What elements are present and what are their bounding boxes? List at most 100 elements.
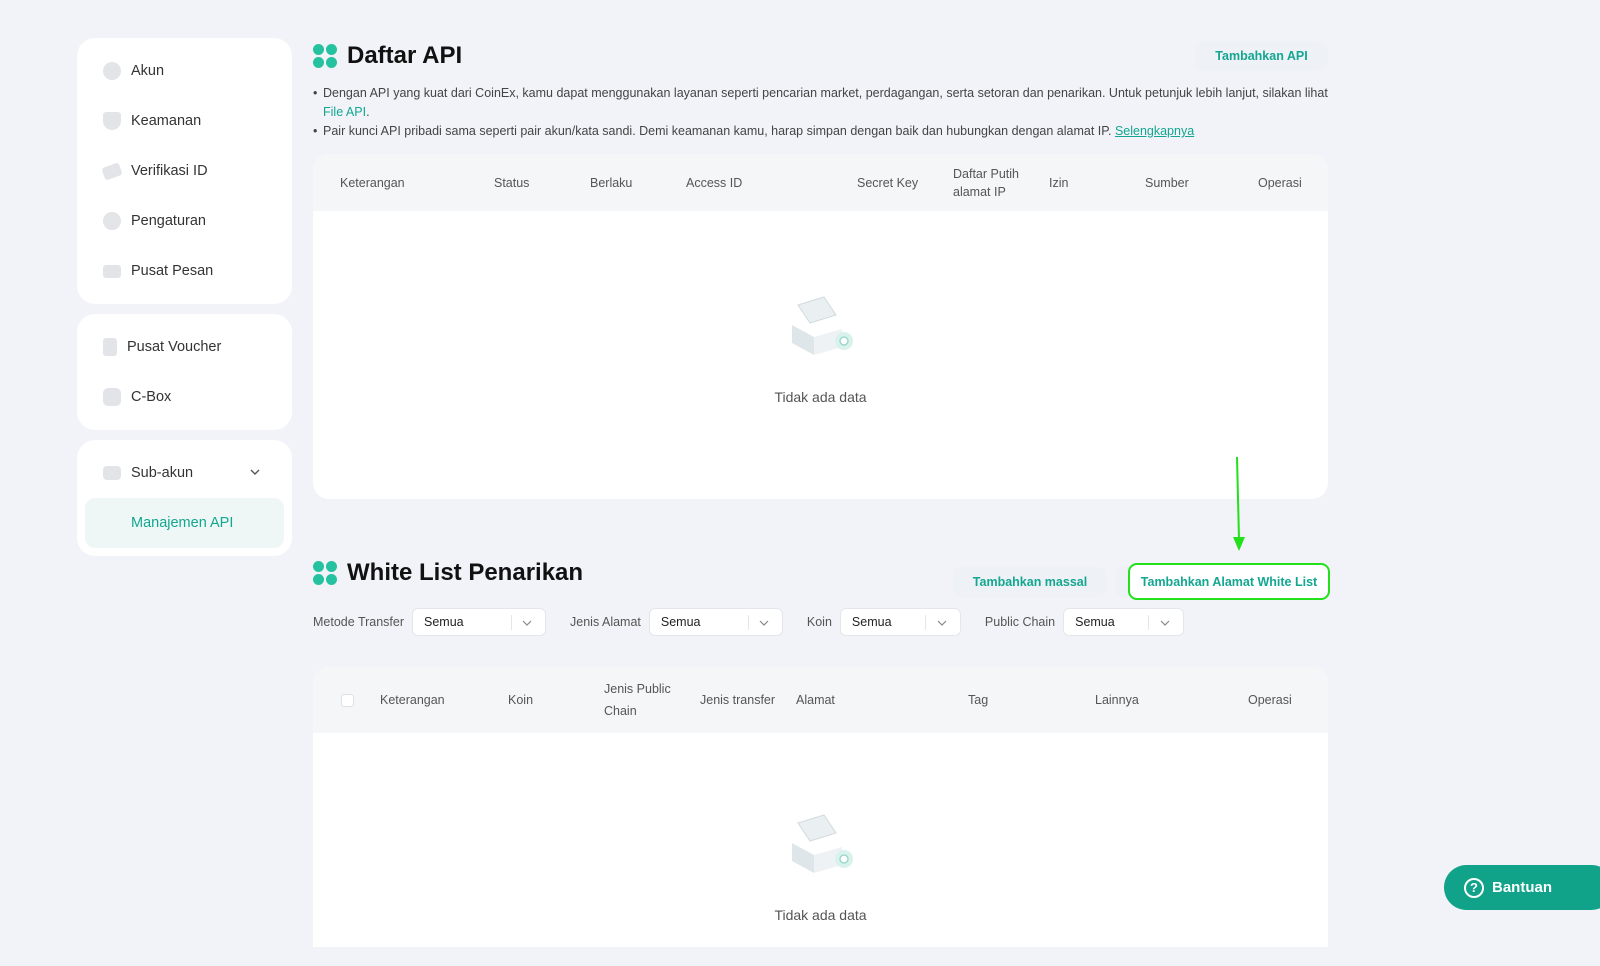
gear-icon	[103, 212, 121, 230]
learn-more-link[interactable]: Selengkapnya	[1115, 124, 1194, 138]
api-section-header: Daftar API Tambahkan API	[313, 38, 1328, 74]
col-keterangan: Keterangan	[380, 693, 445, 707]
api-note-2: Pair kunci API pribadi sama seperti pair…	[313, 122, 1328, 141]
whitelist-section-title: White List Penarikan	[313, 559, 583, 587]
sidebar-item-sub-akun[interactable]: Sub-akun	[85, 448, 284, 498]
select-divider	[924, 615, 926, 630]
sidebar-item-label: Pusat Pesan	[131, 263, 214, 279]
whitelist-logo-icon	[313, 561, 337, 585]
empty-text: Tidak ada data	[774, 907, 867, 923]
main-content: Daftar API Tambahkan API Dengan API yang…	[313, 38, 1328, 947]
sidebar-item-label: Pusat Voucher	[127, 339, 222, 355]
sidebar-item-label: C-Box	[131, 389, 172, 405]
whitelist-table-header: Keterangan Koin Jenis Public Chain Jenis…	[313, 667, 1328, 733]
api-logo-icon	[313, 44, 337, 68]
sidebar-item-label: Verifikasi ID	[131, 163, 208, 179]
sidebar-item-c-box[interactable]: C-Box	[85, 372, 284, 422]
pie-chart-icon	[103, 62, 121, 80]
api-icon	[103, 514, 121, 532]
sidebar-item-pengaturan[interactable]: Pengaturan	[85, 196, 284, 246]
filter-label: Jenis Alamat	[570, 615, 641, 629]
col-alamat: Alamat	[796, 693, 835, 707]
sidebar-item-label: Pengaturan	[131, 213, 206, 229]
sidebar-item-label: Keamanan	[131, 113, 202, 129]
empty-box-icon	[791, 814, 853, 873]
sidebar-item-keamanan[interactable]: Keamanan	[85, 96, 284, 146]
help-button[interactable]: ? Bantuan	[1444, 865, 1600, 910]
sidebar: Akun Keamanan Verifikasi ID Pengaturan P…	[77, 38, 292, 566]
col-status: Status	[494, 175, 530, 190]
sidebar-item-manajemen-api[interactable]: Manajemen API	[85, 498, 284, 548]
sidebar-group-api: Sub-akun Manajemen API	[77, 440, 292, 556]
col-sumber: Sumber	[1145, 175, 1189, 190]
page-title: Daftar API	[347, 42, 463, 69]
sidebar-group-account: Akun Keamanan Verifikasi ID Pengaturan P…	[77, 38, 292, 304]
bulk-add-button[interactable]: Tambahkan massal	[953, 567, 1107, 597]
col-access-id: Access ID	[686, 175, 743, 190]
note-text: Dengan API yang kuat dari CoinEx, kamu d…	[323, 86, 1328, 100]
select-value: Semua	[851, 615, 892, 629]
whitelist-empty-state: Tidak ada data	[313, 733, 1328, 923]
sidebar-item-label: Manajemen API	[131, 515, 234, 531]
col-izin: Izin	[1049, 175, 1069, 190]
sidebar-item-pusat-voucher[interactable]: Pusat Voucher	[85, 322, 284, 372]
api-table: Keterangan Status Berlaku Access ID Secr…	[313, 154, 1328, 499]
sidebar-group-rewards: Pusat Voucher C-Box	[77, 314, 292, 430]
help-label: Bantuan	[1492, 879, 1552, 896]
filter-label: Metode Transfer	[313, 615, 405, 629]
col-keterangan: Keterangan	[340, 175, 405, 190]
transfer-method-select[interactable]: Semua	[412, 608, 547, 636]
sub-account-icon	[103, 466, 121, 480]
section-title: White List Penarikan	[347, 559, 584, 586]
sidebar-item-pusat-pesan[interactable]: Pusat Pesan	[85, 246, 284, 296]
sidebar-item-akun[interactable]: Akun	[85, 46, 284, 96]
api-doc-link[interactable]: File API	[323, 105, 366, 119]
coin-select[interactable]: Semua	[839, 608, 961, 636]
col-transfer-type: Jenis transfer	[700, 693, 776, 707]
question-icon: ?	[1464, 877, 1484, 898]
col-operasi: Operasi	[1258, 175, 1302, 190]
select-value: Semua	[1075, 615, 1115, 629]
select-all-checkbox[interactable]	[341, 694, 354, 707]
api-section-title: Daftar API	[313, 42, 462, 70]
col-lainnya: Lainnya	[1095, 693, 1139, 707]
chevron-down-icon	[522, 620, 532, 626]
empty-text: Tidak ada data	[774, 389, 867, 405]
select-divider	[511, 615, 513, 630]
col-ip-whitelist: Daftar Putih alamat IP	[953, 166, 1020, 199]
api-empty-state: Tidak ada data	[313, 211, 1328, 405]
sidebar-item-label: Akun	[131, 63, 165, 79]
select-divider	[747, 615, 749, 630]
chevron-down-icon	[759, 620, 769, 626]
api-notes: Dengan API yang kuat dari CoinEx, kamu d…	[313, 84, 1328, 141]
id-card-icon	[101, 161, 123, 181]
api-table-header: Keterangan Status Berlaku Access ID Secr…	[313, 154, 1328, 211]
public-chain-select[interactable]: Semua	[1063, 608, 1185, 636]
note-punct: .	[366, 105, 370, 119]
col-secret-key: Secret Key	[857, 175, 919, 190]
add-api-button[interactable]: Tambahkan API	[1195, 41, 1328, 71]
annotation-arrow-icon	[1233, 456, 1245, 551]
shield-icon	[103, 112, 121, 130]
col-operasi: Operasi	[1248, 693, 1292, 707]
col-berlaku: Berlaku	[590, 175, 633, 190]
filter-label: Public Chain	[984, 615, 1056, 629]
whitelist-filters: Metode Transfer Semua Jenis Alamat Semua…	[313, 608, 1328, 636]
select-value: Semua	[660, 615, 701, 629]
col-koin: Koin	[508, 693, 534, 707]
voucher-icon	[103, 338, 117, 356]
select-divider	[1148, 615, 1150, 630]
api-note-1: Dengan API yang kuat dari CoinEx, kamu d…	[313, 84, 1328, 122]
chevron-down-icon	[1160, 620, 1170, 626]
note-text: Pair kunci API pribadi sama seperti pair…	[323, 124, 1112, 138]
chevron-down-icon	[937, 620, 947, 626]
col-tag: Tag	[968, 693, 989, 707]
empty-box-icon	[791, 296, 853, 355]
sidebar-item-label: Sub-akun	[131, 465, 194, 481]
sidebar-item-verifikasi-id[interactable]: Verifikasi ID	[85, 146, 284, 196]
chevron-down-icon[interactable]	[248, 465, 262, 479]
add-whitelist-address-button[interactable]: Tambahkan Alamat White List	[1128, 563, 1330, 600]
address-type-select[interactable]: Semua	[648, 608, 783, 636]
filter-label: Koin	[806, 615, 832, 629]
box-icon	[103, 388, 121, 406]
